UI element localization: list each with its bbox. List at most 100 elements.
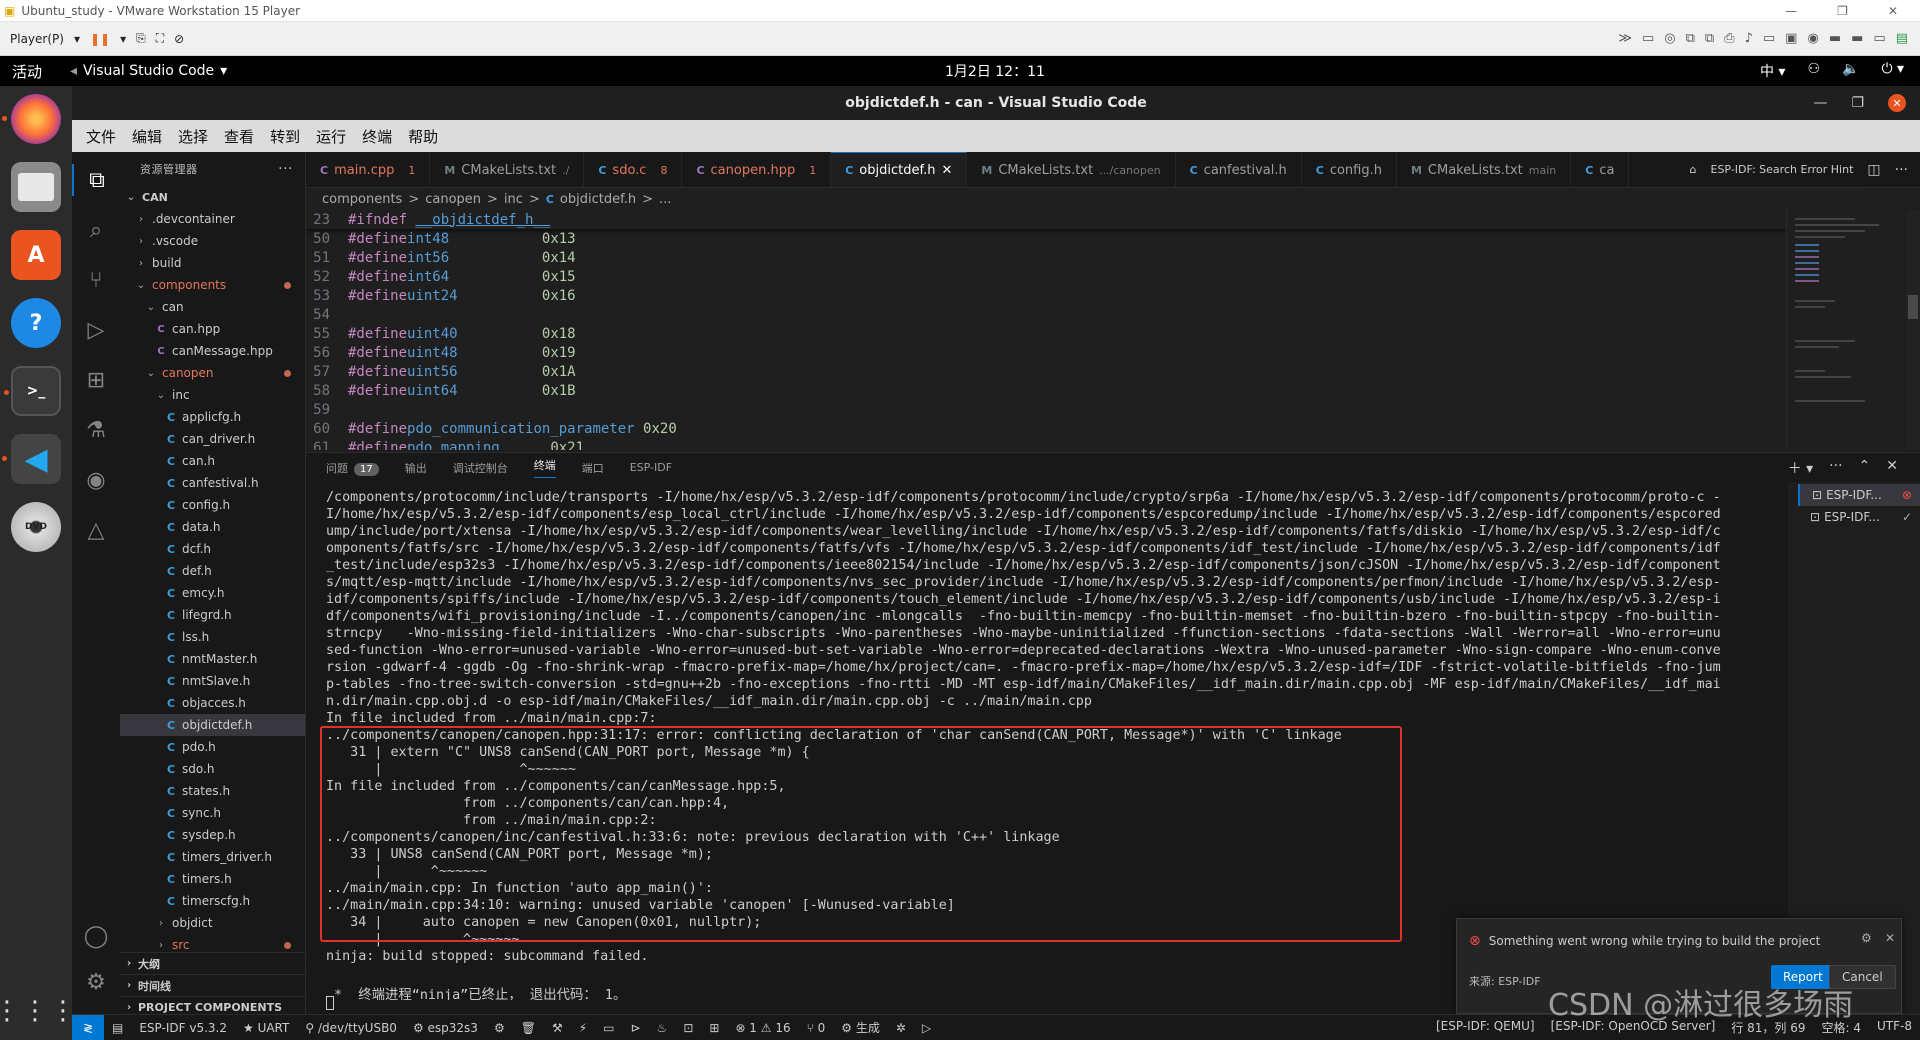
panel-tab[interactable]: ESP-IDF: [630, 461, 672, 474]
dock-software[interactable]: A: [11, 230, 61, 280]
tree-file[interactable]: Cobjdictdef.h: [120, 714, 305, 736]
ime-indicator[interactable]: 中 ▾: [1760, 61, 1785, 81]
tree-file[interactable]: Csdo.h: [120, 758, 305, 780]
ports-count[interactable]: ⑂ 0: [799, 1021, 834, 1035]
tree-file[interactable]: Cstates.h: [120, 780, 305, 802]
fullscreen-icon[interactable]: ⛶: [156, 31, 164, 46]
dock-dvd[interactable]: DVD: [11, 502, 61, 552]
menu-go[interactable]: 转到: [262, 126, 308, 147]
tree-file[interactable]: Cpdo.h: [120, 736, 305, 758]
cursor-position[interactable]: 行 81，列 69: [1723, 1019, 1813, 1036]
editor-tab[interactable]: Cobjdictdef.h ✕: [831, 152, 968, 187]
device-sound-icon[interactable]: ♪: [1745, 31, 1753, 46]
window-close-icon[interactable]: ✕: [1888, 94, 1906, 112]
tree-file[interactable]: Capplicfg.h: [120, 406, 305, 428]
code-line[interactable]: 52 #define int64 0x15: [306, 267, 1786, 286]
extensions-icon[interactable]: ⊞: [72, 364, 120, 396]
new-terminal-icon[interactable]: ＋ ▾: [1788, 458, 1813, 478]
code-line[interactable]: 60 #define pdo_communication_parameter 0x…: [306, 419, 1786, 438]
editor-tab[interactable]: Ccanfestival.h: [1176, 152, 1302, 187]
editor-tab[interactable]: M CMakeLists.txt ./: [430, 152, 585, 187]
tree-folder[interactable]: › .vscode: [120, 230, 305, 252]
cmake-build[interactable]: ⚙ 生成: [833, 1019, 888, 1036]
network-icon[interactable]: ⚇: [1807, 61, 1820, 81]
editor-tab[interactable]: M CMakeLists.txt main: [1397, 152, 1572, 187]
terminal-status-icon[interactable]: ⊡: [675, 1021, 701, 1035]
activities-button[interactable]: 活动: [0, 61, 70, 82]
player-menu[interactable]: Player(P): [10, 32, 64, 46]
build-icon[interactable]: ⚒: [544, 1021, 571, 1035]
menu-terminal[interactable]: 终端: [354, 126, 400, 147]
panel-tab[interactable]: 终端: [533, 457, 556, 478]
device-hdd-icon[interactable]: ▭: [1642, 31, 1654, 46]
editor-tab[interactable]: Ccanopen.hpp 1: [682, 152, 832, 187]
editor-tab[interactable]: Csdo.c 8: [584, 152, 683, 187]
terminal-instance[interactable]: ⊡ ESP-IDF... ⊗: [1798, 484, 1920, 506]
tree-file[interactable]: CcanMessage.hpp: [120, 340, 305, 362]
explorer-icon[interactable]: ⧉: [72, 164, 120, 196]
esp-idf-version[interactable]: ESP-IDF v5.3.2: [131, 1021, 235, 1035]
run-debug-icon[interactable]: ▷: [72, 314, 120, 346]
menu-selection[interactable]: 选择: [170, 126, 216, 147]
esp-idf-search-icon[interactable]: ⌂: [1690, 163, 1697, 176]
show-apps-icon[interactable]: ⋮⋮⋮: [0, 996, 78, 1026]
source-control-icon[interactable]: ⑂: [72, 264, 120, 296]
code-line[interactable]: 54: [306, 305, 1786, 324]
menu-edit[interactable]: 编辑: [124, 126, 170, 147]
minimap[interactable]: [1786, 210, 1906, 450]
testing-icon[interactable]: ⚗: [72, 414, 120, 446]
notification-gear-icon[interactable]: ⚙: [1861, 931, 1872, 945]
clock[interactable]: 1月2日 12：11: [945, 61, 1045, 81]
tree-file[interactable]: CnmtSlave.h: [120, 670, 305, 692]
settings-gear-icon[interactable]: ⚙: [72, 966, 120, 998]
dock-files[interactable]: [11, 162, 61, 212]
tree-file[interactable]: Ccan.hpp: [120, 318, 305, 340]
device-usb-icon[interactable]: ⧉: [1705, 31, 1714, 46]
menu-run[interactable]: 运行: [308, 126, 354, 147]
cancel-button[interactable]: Cancel: [1829, 965, 1896, 989]
tree-file[interactable]: Csysdep.h: [120, 824, 305, 846]
open-icon[interactable]: ⊞: [701, 1021, 727, 1035]
code-line[interactable]: 58 #define uint64 0x1B: [306, 381, 1786, 400]
tab-close-icon[interactable]: ✕: [941, 163, 952, 178]
flash-method[interactable]: ★ UART: [235, 1021, 297, 1035]
flash-icon[interactable]: ⚡: [571, 1021, 595, 1035]
device-forward-icon[interactable]: ≫: [1618, 31, 1632, 46]
power-icon[interactable]: ⏻ ▾: [1881, 61, 1904, 81]
run-icon[interactable]: ▷: [914, 1021, 939, 1035]
problems-count[interactable]: ⊗ 1 ⚠ 16: [727, 1021, 798, 1035]
device-usb2-icon[interactable]: ▣: [1785, 31, 1797, 46]
editor-tab[interactable]: Cca: [1571, 152, 1630, 187]
menu-help[interactable]: 帮助: [400, 126, 446, 147]
unity-icon[interactable]: ⊘: [174, 32, 184, 46]
send-ctrl-alt-del-icon[interactable]: ⎘: [136, 31, 146, 46]
project-components-section[interactable]: › PROJECT COMPONENTS: [120, 996, 305, 1014]
code-line[interactable]: 61 #define pdo_mapping 0x21: [306, 438, 1786, 451]
maximize-panel-icon[interactable]: ⌃: [1859, 458, 1871, 478]
panel-more-icon[interactable]: ···: [1829, 458, 1842, 478]
pause-icon[interactable]: ❚❚: [90, 32, 110, 46]
device-disk-icon[interactable]: ▬: [1829, 31, 1841, 46]
full-clean-icon[interactable]: 🗑: [513, 1021, 544, 1035]
sticky-scroll-line[interactable]: 23 #ifndef __objdictdef_h__: [306, 210, 1786, 229]
remote-indicator-icon[interactable]: ≷: [72, 1015, 104, 1040]
report-button[interactable]: Report: [1771, 965, 1835, 989]
device-lock-icon[interactable]: ▭: [1873, 31, 1885, 46]
esp-idf-version-icon[interactable]: ▤: [104, 1021, 131, 1035]
code-line[interactable]: 51 #define int56 0x14: [306, 248, 1786, 267]
target-chip[interactable]: ⚙ esp32s3: [405, 1021, 486, 1035]
breadcrumb-item[interactable]: canopen: [425, 192, 481, 207]
window-restore-icon[interactable]: ❐: [1851, 95, 1864, 111]
tree-file[interactable]: Cdata.h: [120, 516, 305, 538]
pause-dropdown-icon[interactable]: ▾: [120, 32, 126, 46]
indentation[interactable]: 空格: 4: [1814, 1019, 1870, 1036]
panel-tab[interactable]: 端口: [582, 460, 604, 476]
tree-file[interactable]: Ccan_driver.h: [120, 428, 305, 450]
device-display-icon[interactable]: ▭: [1763, 31, 1775, 46]
device-message-icon[interactable]: ▤: [1896, 31, 1908, 46]
split-editor-icon[interactable]: ◫: [1867, 162, 1880, 178]
tree-file[interactable]: Ctimers.h: [120, 868, 305, 890]
breadcrumb-item[interactable]: components: [322, 192, 402, 207]
encoding[interactable]: UTF-8: [1869, 1019, 1920, 1036]
esp-idf-search-error-hint[interactable]: ESP-IDF: Search Error Hint: [1711, 163, 1854, 176]
